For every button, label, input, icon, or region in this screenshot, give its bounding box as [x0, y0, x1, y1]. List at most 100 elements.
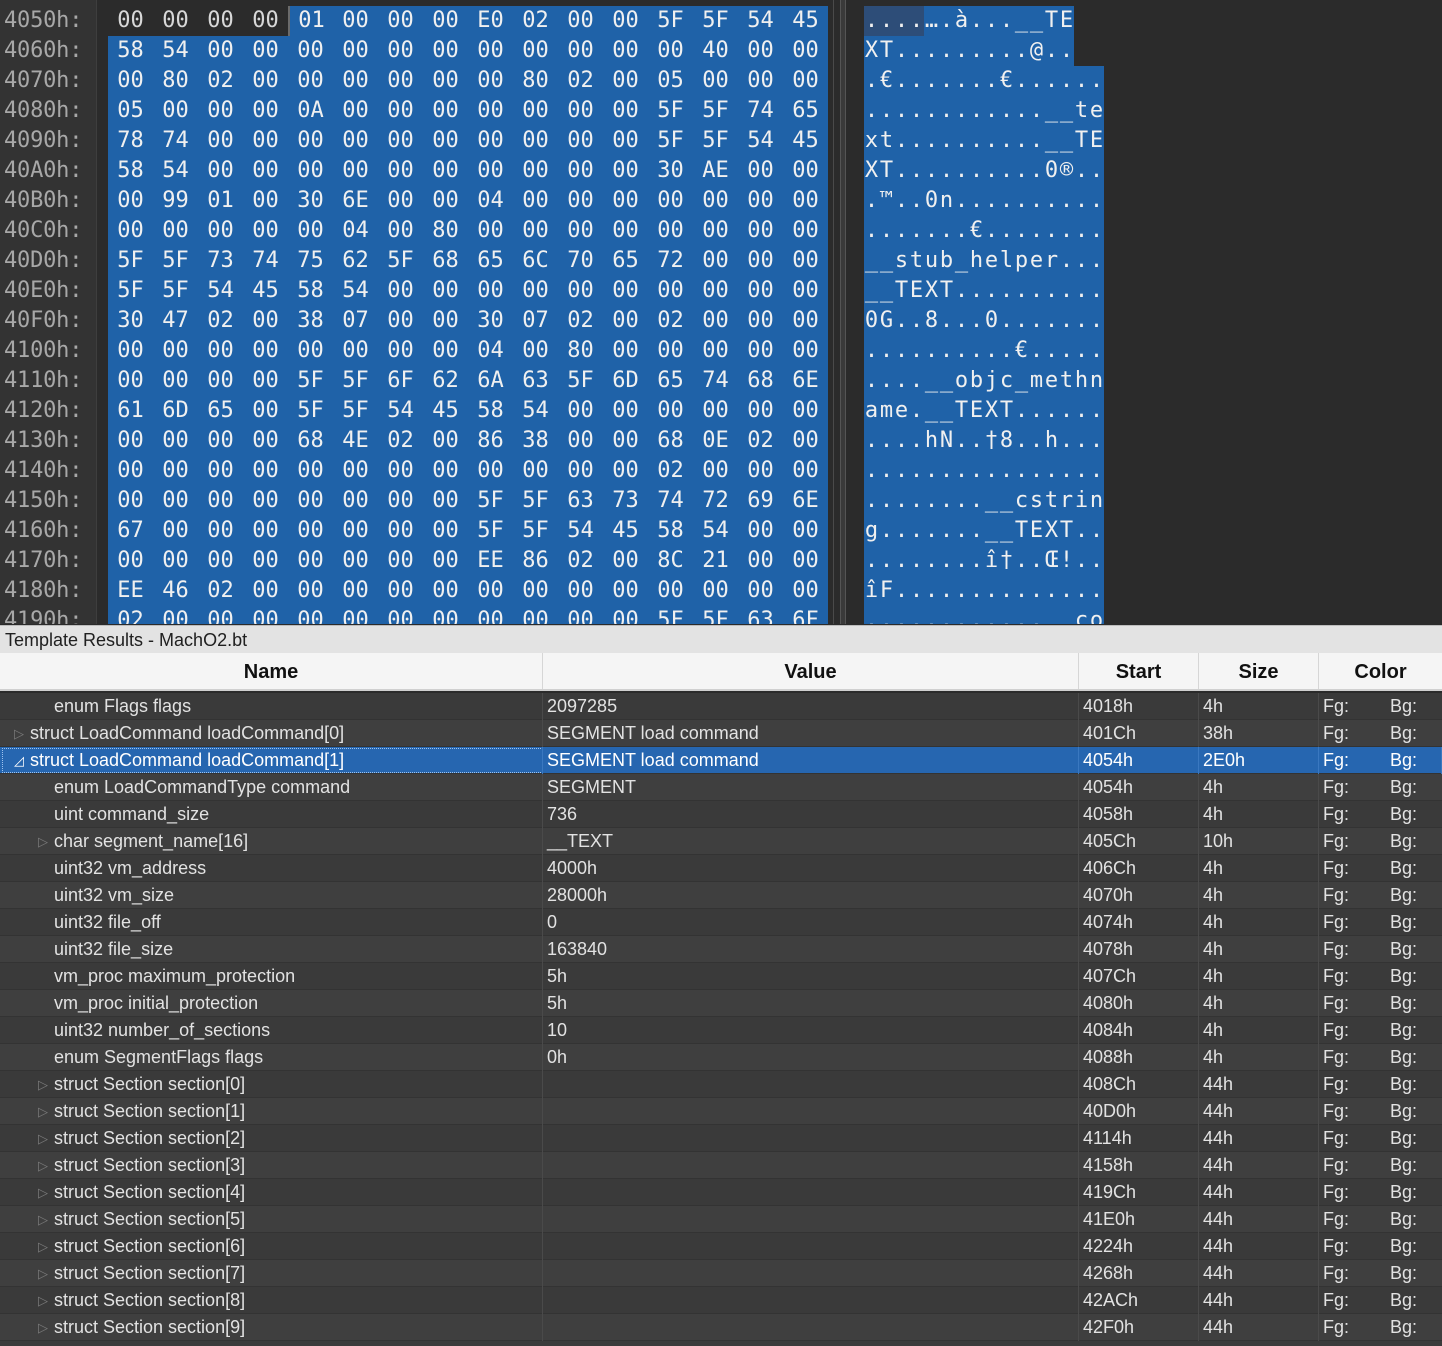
hex-byte[interactable]: 00	[468, 126, 513, 156]
hex-byte[interactable]: 5F	[288, 366, 333, 396]
hex-byte[interactable]: 5F	[153, 246, 198, 276]
hex-byte[interactable]: 5F	[468, 486, 513, 516]
expand-arrow-icon[interactable]: ▷	[36, 1125, 50, 1152]
tree-cell-color[interactable]: Fg: Bg:	[1319, 720, 1442, 747]
hex-byte[interactable]: 00	[333, 66, 378, 96]
hex-byte[interactable]: 5F	[558, 366, 603, 396]
hex-byte[interactable]: 00	[378, 336, 423, 366]
hex-byte[interactable]: 58	[108, 156, 153, 186]
hex-byte[interactable]: 45	[423, 396, 468, 426]
hex-byte[interactable]: 00	[738, 216, 783, 246]
tree-row[interactable]: ▷ struct Section section[8] 42ACh 44h Fg: Bg:	[0, 1287, 1442, 1314]
hex-byte[interactable]: 74	[693, 366, 738, 396]
hex-byte[interactable]: 00	[783, 546, 828, 576]
hex-byte[interactable]: 00	[243, 6, 288, 36]
hex-editor-view[interactable]: 4050h: 00 00 00 00 01 00 00 00 E0 02 00 00 5F 5F 54 45..…	[0, 0, 1442, 624]
hex-byte[interactable]: 00	[558, 126, 603, 156]
hex-byte[interactable]: 69	[738, 486, 783, 516]
hex-byte[interactable]: 6D	[153, 396, 198, 426]
hex-byte[interactable]: 05	[108, 96, 153, 126]
hex-byte[interactable]: 00	[603, 156, 648, 186]
hex-byte[interactable]: 00	[693, 336, 738, 366]
hex-byte[interactable]: 00	[153, 486, 198, 516]
hex-byte[interactable]: 00	[468, 606, 513, 624]
hex-byte[interactable]: 00	[423, 486, 468, 516]
hex-byte[interactable]: 00	[288, 456, 333, 486]
tree-cell-color[interactable]: Fg: Bg:	[1319, 1287, 1442, 1314]
hex-byte[interactable]: 00	[333, 456, 378, 486]
tree-cell-color[interactable]: Fg: Bg:	[1319, 1179, 1442, 1206]
hex-byte[interactable]: 00	[603, 126, 648, 156]
hex-byte[interactable]: 00	[243, 36, 288, 66]
hex-byte[interactable]: 00	[468, 276, 513, 306]
hex-byte[interactable]: 00	[288, 576, 333, 606]
hex-byte[interactable]: 5F	[693, 606, 738, 624]
hex-byte[interactable]: 00	[243, 546, 288, 576]
hex-byte[interactable]: 30	[288, 186, 333, 216]
hex-byte[interactable]: 00	[423, 96, 468, 126]
hex-byte[interactable]: 00	[243, 426, 288, 456]
hex-byte[interactable]: 00	[243, 606, 288, 624]
hex-byte[interactable]: 58	[468, 396, 513, 426]
hex-byte[interactable]: 5F	[513, 516, 558, 546]
hex-byte[interactable]: 00	[198, 546, 243, 576]
hex-byte[interactable]: 00	[468, 36, 513, 66]
hex-byte[interactable]: 00	[333, 516, 378, 546]
hex-byte[interactable]: 00	[603, 276, 648, 306]
hex-byte[interactable]: 00	[648, 276, 693, 306]
hex-byte[interactable]: 5F	[108, 246, 153, 276]
hex-byte[interactable]: 00	[198, 516, 243, 546]
hex-byte[interactable]: 00	[423, 36, 468, 66]
hex-byte[interactable]: 00	[558, 456, 603, 486]
hex-byte[interactable]: 01	[288, 6, 333, 36]
hex-byte[interactable]: 73	[603, 486, 648, 516]
hex-byte[interactable]: 00	[333, 576, 378, 606]
hex-byte[interactable]: 00	[693, 396, 738, 426]
hex-byte[interactable]: 00	[738, 516, 783, 546]
hex-byte[interactable]: 5F	[378, 246, 423, 276]
hex-byte[interactable]: 00	[558, 396, 603, 426]
hex-byte[interactable]: 62	[333, 246, 378, 276]
hex-byte[interactable]: 00	[738, 576, 783, 606]
hex-byte[interactable]: 00	[423, 336, 468, 366]
hex-byte[interactable]: 00	[603, 426, 648, 456]
tree-cell-color[interactable]: Fg: Bg:	[1319, 990, 1442, 1017]
hex-byte[interactable]: 00	[783, 516, 828, 546]
hex-byte[interactable]: 63	[558, 486, 603, 516]
hex-byte[interactable]: 00	[198, 606, 243, 624]
hex-byte[interactable]: 00	[288, 126, 333, 156]
tree-row[interactable]: ▷ struct Section section[3] 4158h 44h Fg: Bg:	[0, 1152, 1442, 1179]
hex-byte[interactable]: 45	[783, 6, 828, 36]
hex-byte[interactable]: 00	[378, 606, 423, 624]
tree-cell-color[interactable]: Fg: Bg:	[1319, 693, 1442, 720]
tree-row[interactable]: ▷ struct Section section[5] 41E0h 44h Fg: Bg:	[0, 1206, 1442, 1233]
hex-byte[interactable]: 00	[558, 6, 603, 36]
expand-arrow-icon[interactable]: ▷	[36, 1179, 50, 1206]
hex-byte[interactable]: 00	[648, 576, 693, 606]
hex-byte[interactable]: 54	[333, 276, 378, 306]
hex-byte[interactable]: 00	[738, 156, 783, 186]
tree-row[interactable]: vm_proc initial_protection 5h 4080h 4h Fg: Bg…	[0, 990, 1442, 1017]
expand-arrow-icon[interactable]: ▷	[36, 1098, 50, 1125]
tree-cell-color[interactable]: Fg: Bg:	[1319, 828, 1442, 855]
hex-byte[interactable]: 00	[333, 6, 378, 36]
hex-byte[interactable]: 00	[378, 156, 423, 186]
hex-byte[interactable]: 00	[513, 606, 558, 624]
hex-byte[interactable]: 70	[558, 246, 603, 276]
hex-byte[interactable]: 00	[423, 516, 468, 546]
hex-byte[interactable]: 00	[738, 276, 783, 306]
tree-row[interactable]: uint32 number_of_sections 10 4084h 4h Fg: Bg:	[0, 1017, 1442, 1044]
hex-byte[interactable]: 00	[558, 96, 603, 126]
hex-byte[interactable]: 45	[243, 276, 288, 306]
hex-byte[interactable]: 00	[378, 66, 423, 96]
hex-byte[interactable]: 75	[288, 246, 333, 276]
hex-byte[interactable]: 00	[108, 6, 153, 36]
tree-cell-color[interactable]: Fg: Bg:	[1319, 1125, 1442, 1152]
tree-row[interactable]: enum LoadCommandType command SEGMENT 4054h…	[0, 774, 1442, 801]
hex-byte[interactable]: 00	[648, 186, 693, 216]
hex-byte[interactable]: 00	[378, 96, 423, 126]
hex-byte[interactable]: 00	[108, 426, 153, 456]
hex-byte[interactable]: 00	[243, 456, 288, 486]
hex-byte[interactable]: 00	[243, 186, 288, 216]
hex-byte[interactable]: 00	[243, 366, 288, 396]
